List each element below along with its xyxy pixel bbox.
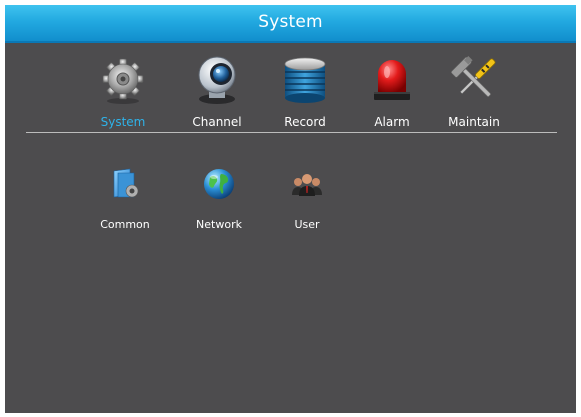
system-window: System System Channel Record Alarm Maint… xyxy=(5,5,576,413)
tools-icon xyxy=(447,54,501,106)
tab-alarm-label: Alarm xyxy=(374,115,410,129)
folder-settings-icon xyxy=(108,167,142,201)
gear-icon xyxy=(96,54,150,106)
subnav-user-label: User xyxy=(294,218,320,231)
hard-drive-icon xyxy=(278,54,332,106)
title-bar: System xyxy=(5,5,576,43)
tab-maintain[interactable]: Maintain xyxy=(433,54,515,134)
subnav-network[interactable]: Network xyxy=(183,167,255,237)
subnav-common-label: Common xyxy=(100,218,150,231)
tab-record-label: Record xyxy=(284,115,326,129)
subnav-user[interactable]: User xyxy=(271,167,343,237)
tab-system-label: System xyxy=(100,115,146,129)
window-title: System xyxy=(258,12,323,32)
subnav-network-label: Network xyxy=(196,218,242,231)
globe-icon xyxy=(202,167,236,201)
tab-record[interactable]: Record xyxy=(264,54,346,134)
tab-channel-label: Channel xyxy=(192,115,242,129)
tab-channel[interactable]: Channel xyxy=(176,54,258,134)
tab-maintain-label: Maintain xyxy=(448,115,500,129)
alarm-siren-icon xyxy=(365,54,419,106)
subnav-common[interactable]: Common xyxy=(89,167,161,237)
divider xyxy=(26,132,557,133)
tab-alarm[interactable]: Alarm xyxy=(351,54,433,134)
tab-system[interactable]: System xyxy=(82,54,164,134)
camera-icon xyxy=(190,54,244,106)
users-icon xyxy=(290,167,324,201)
